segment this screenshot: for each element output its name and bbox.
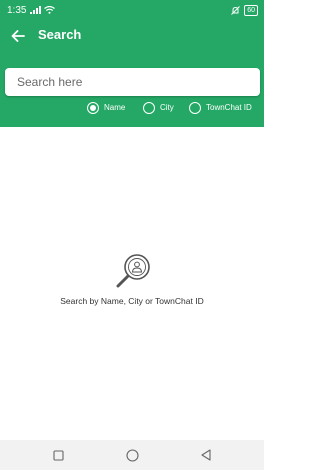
empty-state-message: Search by Name, City or TownChat ID — [60, 296, 204, 306]
filter-option-townchat-id[interactable]: TownChat ID — [189, 100, 252, 116]
recent-apps-button[interactable] — [50, 447, 66, 463]
mute-icon — [231, 6, 241, 15]
app-bar: Search — [0, 20, 264, 52]
filter-option-label: City — [160, 103, 174, 112]
radio-checked-icon[interactable] — [87, 102, 99, 114]
page-title: Search — [38, 27, 82, 42]
filter-option-city[interactable]: City — [143, 100, 174, 116]
status-bar: 1:35 60 — [0, 0, 264, 20]
status-left-icons — [30, 6, 55, 14]
home-button[interactable] — [124, 447, 140, 463]
status-right-icons: 60 — [231, 5, 258, 16]
filter-option-name[interactable]: Name — [87, 100, 125, 116]
back-button[interactable] — [8, 26, 28, 46]
signal-icon — [30, 6, 41, 14]
home-icon — [125, 448, 139, 462]
recent-apps-icon — [52, 449, 64, 461]
arrow-left-icon — [11, 30, 25, 42]
system-nav-bar — [0, 440, 264, 470]
back-icon — [201, 449, 211, 461]
search-input[interactable] — [5, 68, 260, 96]
filter-option-label: TownChat ID — [206, 103, 252, 112]
battery-icon: 60 — [244, 5, 258, 16]
header: 1:35 60 Search Search here Name City Tow… — [0, 0, 264, 127]
radio-unchecked-icon[interactable] — [189, 102, 201, 114]
search-box — [5, 68, 260, 96]
search-user-icon — [116, 254, 150, 288]
nav-back-button[interactable] — [198, 447, 214, 463]
status-time: 1:35 — [7, 5, 27, 16]
radio-unchecked-icon[interactable] — [143, 102, 155, 114]
wifi-icon — [44, 6, 55, 14]
filter-option-label: Name — [104, 103, 126, 112]
